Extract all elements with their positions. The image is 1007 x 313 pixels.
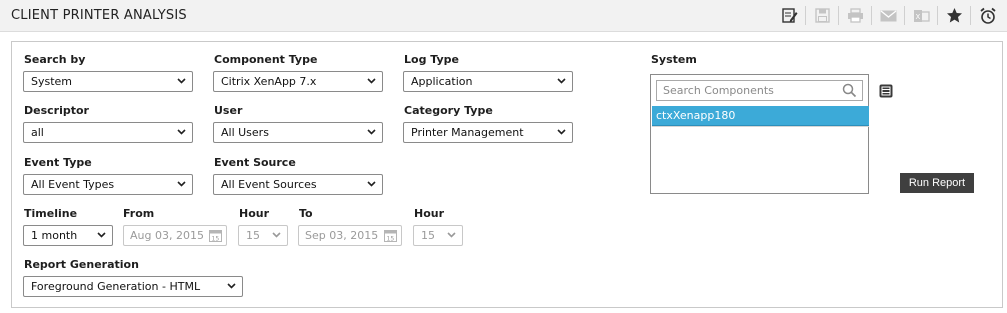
user-value: All Users bbox=[221, 126, 269, 139]
component-type-label: Component Type bbox=[214, 53, 318, 66]
component-type-value: Citrix XenApp 7.x bbox=[221, 75, 317, 88]
chevron-down-icon bbox=[557, 78, 566, 84]
favorite-icon[interactable] bbox=[945, 6, 964, 25]
user-select[interactable]: All Users bbox=[213, 122, 383, 143]
list-divider bbox=[652, 126, 869, 127]
report-generation-label: Report Generation bbox=[24, 258, 139, 271]
event-source-label: Event Source bbox=[214, 156, 296, 169]
from-hour-select[interactable]: 15 bbox=[238, 225, 288, 246]
category-type-select[interactable]: Printer Management bbox=[403, 122, 573, 143]
user-label: User bbox=[214, 104, 243, 117]
to-date-field[interactable]: Sep 03, 2015 15 bbox=[298, 225, 402, 246]
log-type-label: Log Type bbox=[404, 53, 459, 66]
category-type-value: Printer Management bbox=[411, 126, 524, 139]
to-hour-value: 15 bbox=[421, 229, 435, 242]
component-type-select[interactable]: Citrix XenApp 7.x bbox=[213, 71, 383, 92]
chevron-down-icon bbox=[447, 232, 456, 238]
event-source-select[interactable]: All Event Sources bbox=[213, 174, 383, 195]
calendar-icon[interactable]: 15 bbox=[208, 228, 223, 243]
from-label: From bbox=[123, 207, 155, 220]
page-header: CLIENT PRINTER ANALYSIS X bbox=[0, 0, 1007, 32]
event-type-select[interactable]: All Event Types bbox=[23, 174, 193, 195]
alarm-icon[interactable] bbox=[978, 6, 997, 25]
search-by-value: System bbox=[31, 75, 73, 88]
to-label: To bbox=[299, 207, 313, 220]
from-hour-value: 15 bbox=[246, 229, 260, 242]
chevron-down-icon bbox=[367, 129, 376, 135]
timeline-select[interactable]: 1 month bbox=[23, 225, 113, 246]
search-by-select[interactable]: System bbox=[23, 71, 193, 92]
log-type-select[interactable]: Application bbox=[403, 71, 573, 92]
event-type-label: Event Type bbox=[24, 156, 92, 169]
svg-text:15: 15 bbox=[212, 236, 220, 243]
to-date-value: Sep 03, 2015 bbox=[305, 229, 379, 242]
search-components-input[interactable]: Search Components bbox=[656, 80, 863, 101]
print-icon[interactable] bbox=[846, 6, 865, 25]
email-icon[interactable] bbox=[879, 6, 898, 25]
system-label: System bbox=[651, 53, 697, 66]
to-hour-select[interactable]: 15 bbox=[413, 225, 463, 246]
chevron-down-icon bbox=[227, 283, 236, 289]
search-by-label: Search by bbox=[24, 53, 86, 66]
descriptor-select[interactable]: all bbox=[23, 122, 193, 143]
from-date-field[interactable]: Aug 03, 2015 15 bbox=[123, 225, 227, 246]
timeline-value: 1 month bbox=[31, 229, 78, 242]
descriptor-value: all bbox=[31, 126, 44, 139]
descriptor-label: Descriptor bbox=[24, 104, 89, 117]
svg-text:15: 15 bbox=[387, 236, 395, 243]
save-icon[interactable] bbox=[813, 6, 832, 25]
chevron-down-icon bbox=[177, 129, 186, 135]
log-type-value: Application bbox=[411, 75, 473, 88]
chevron-down-icon bbox=[367, 78, 376, 84]
chevron-down-icon bbox=[557, 129, 566, 135]
timeline-label: Timeline bbox=[24, 207, 78, 220]
system-listbox[interactable]: Search Components ctxXenapp180 bbox=[650, 74, 869, 194]
from-date-value: Aug 03, 2015 bbox=[130, 229, 204, 242]
to-hour-label: Hour bbox=[414, 207, 445, 220]
system-list-item[interactable]: ctxXenapp180 bbox=[652, 106, 869, 126]
report-generation-value: Foreground Generation - HTML bbox=[31, 280, 201, 293]
chevron-down-icon bbox=[177, 181, 186, 187]
chevron-down-icon bbox=[272, 232, 281, 238]
edit-icon[interactable] bbox=[780, 6, 799, 25]
report-generation-select[interactable]: Foreground Generation - HTML bbox=[23, 276, 243, 297]
event-type-value: All Event Types bbox=[31, 178, 115, 191]
event-source-value: All Event Sources bbox=[221, 178, 317, 191]
from-hour-label: Hour bbox=[239, 207, 270, 220]
export-icon[interactable]: X bbox=[912, 6, 931, 25]
svg-text:X: X bbox=[916, 13, 921, 21]
search-placeholder: Search Components bbox=[663, 84, 774, 97]
calendar-icon[interactable]: 15 bbox=[383, 228, 398, 243]
page-title: CLIENT PRINTER ANALYSIS bbox=[11, 8, 187, 23]
select-components-icon[interactable] bbox=[879, 84, 893, 98]
chevron-down-icon bbox=[367, 181, 376, 187]
category-type-label: Category Type bbox=[404, 104, 493, 117]
run-report-button[interactable]: Run Report bbox=[900, 173, 974, 193]
chevron-down-icon bbox=[97, 232, 106, 238]
chevron-down-icon bbox=[177, 78, 186, 84]
search-icon bbox=[842, 83, 857, 98]
